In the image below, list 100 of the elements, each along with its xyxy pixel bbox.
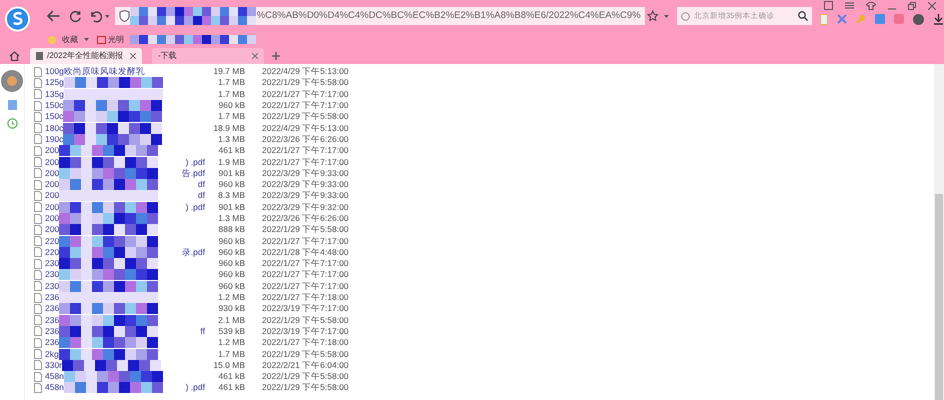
file-name[interactable]: 230: [45, 269, 60, 280]
undo-icon[interactable]: [89, 10, 102, 22]
url-text: %C8%AB%D0%D4%C4%DC%BC%EC%B2%E2%B1%A8%B8%E6/2022%C4%EA%C9%: [256, 8, 642, 23]
file-name[interactable]: 200: [45, 213, 60, 224]
new-tab-icon[interactable]: [272, 52, 280, 60]
dropdown-icon[interactable]: [664, 14, 669, 18]
file-name[interactable]: 200: [45, 202, 60, 213]
file-size: 960 kB: [218, 100, 245, 112]
modified-date: 2022/1/27 下午7:17:00: [262, 269, 349, 280]
file-name[interactable]: 230: [45, 280, 60, 292]
shirt-icon[interactable]: [866, 2, 876, 10]
tab-title: /2022年全性能检测报: [47, 50, 124, 62]
file-size: 1.2 MB: [217, 292, 245, 304]
file-size: 1.9 MB: [217, 156, 245, 168]
file-name[interactable]: 458n: [45, 382, 64, 394]
bookmark-link[interactable]: 收藏: [62, 34, 78, 46]
file-size: 19.7 MB: [212, 66, 245, 78]
modified-date: 2022/3/19 下午7:17:00: [262, 303, 349, 314]
scrollbar[interactable]: [934, 64, 944, 400]
modified-date: 2022/3/19 下午7:17:00: [262, 326, 349, 337]
scrollbar-thumb[interactable]: [935, 194, 943, 400]
file-name[interactable]: 200: [45, 179, 60, 190]
browser-tab[interactable]: -下载: [152, 48, 264, 64]
panel-icon[interactable]: [824, 1, 833, 10]
file-size: 930 kB: [218, 303, 245, 314]
file-name[interactable]: 200: [45, 168, 60, 179]
modified-date: 2022/4/29 下午5:13:00: [262, 122, 349, 134]
file-size: 960 kB: [218, 269, 245, 280]
file-name[interactable]: 200: [45, 190, 60, 202]
file-name[interactable]: 180c: [45, 122, 64, 134]
file-size: 960 kB: [218, 236, 245, 247]
modified-date: 2022/3/29 下午9:32:00: [262, 202, 349, 213]
file-size: 1.7 MB: [217, 88, 245, 100]
file-extension: ff: [200, 326, 205, 337]
refresh-icon[interactable]: [68, 10, 82, 22]
file-size: 18.9 MB: [212, 122, 245, 134]
modified-date: 2022/1/29 下午5:58:00: [262, 371, 349, 382]
clock-icon[interactable]: [6, 118, 18, 129]
modified-date: 2022/1/27 下午7:17:00: [262, 88, 349, 100]
file-name[interactable]: 135g: [45, 88, 64, 100]
shield-icon: [119, 10, 130, 22]
modified-date: 2022/1/27 下午7:18:00: [262, 337, 349, 348]
modified-date: 2022/2/21 下午6:04:00: [262, 360, 349, 371]
modified-date: 2022/1/27 下午7:17:00: [262, 156, 349, 168]
file-name[interactable]: 330r: [45, 360, 62, 371]
file-name[interactable]: 100g欧尚原味风味发酵乳: [45, 66, 145, 78]
modified-date: 2022/1/29 下午5:58:00: [262, 77, 349, 88]
file-size: 901 kB: [218, 168, 245, 179]
modified-date: 2022/1/27 下午7:17:00: [262, 236, 349, 247]
file-name[interactable]: 236: [45, 303, 60, 314]
modified-date: 2022/4/29 下午5:13:00: [262, 66, 349, 78]
home-icon[interactable]: [9, 51, 20, 61]
bookmark-link[interactable]: 光明: [108, 34, 124, 46]
file-name[interactable]: 2kg: [45, 348, 59, 360]
search-icon[interactable]: [798, 11, 808, 21]
file-size: 1.3 MB: [217, 134, 245, 145]
file-name[interactable]: 200: [45, 145, 60, 156]
square-icon[interactable]: [8, 100, 16, 110]
back-icon[interactable]: [47, 10, 61, 22]
address-field[interactable]: %C8%AB%D0%D4%C4%DC%BC%EC%B2%E2%B1%A8%B8%E6/2022%C4%EA%C9%: [115, 7, 645, 25]
file-name[interactable]: 150c: [45, 100, 64, 112]
file-size: 1.7 MB: [217, 111, 245, 122]
modified-date: 2022/1/29 下午5:58:00: [262, 382, 349, 394]
file-extension: ) .pdf: [186, 202, 205, 213]
file-name[interactable]: 200: [45, 224, 60, 236]
close-icon[interactable]: [130, 53, 136, 59]
close-icon[interactable]: [252, 53, 258, 59]
avatar-icon[interactable]: [1, 70, 23, 92]
file-size: 461 kB: [218, 145, 245, 156]
menu-icon[interactable]: [845, 2, 854, 9]
file-name[interactable]: 150c: [45, 111, 64, 122]
file-name[interactable]: 220: [45, 236, 60, 247]
modified-date: 2022/1/27 下午7:18:00: [262, 292, 349, 304]
dropdown-icon[interactable]: [104, 14, 110, 18]
modified-date: 2022/3/29 下午9:33:00: [262, 190, 349, 202]
file-name[interactable]: 200: [45, 156, 60, 168]
file-name[interactable]: 220: [45, 246, 60, 258]
modified-date: 2022/3/29 下午9:33:00: [262, 179, 349, 190]
file-extension: df: [198, 190, 205, 202]
modified-date: 2022/3/26 下午6:26:00: [262, 213, 349, 224]
file-name[interactable]: 190c: [45, 134, 64, 145]
file-name[interactable]: 458n: [45, 371, 64, 382]
file-name[interactable]: 236: [45, 292, 60, 304]
file-name[interactable]: 236: [45, 326, 60, 337]
close-icon[interactable]: [928, 2, 936, 10]
modified-date: 2022/1/27 下午7:17:00: [262, 280, 349, 292]
browser-tab[interactable]: /2022年全性能检测报: [30, 48, 142, 64]
file-extension: ) .pdf: [186, 156, 205, 168]
file-name[interactable]: 236: [45, 314, 60, 326]
download-icon[interactable]: [933, 14, 944, 24]
file-size: 539 kB: [218, 326, 245, 337]
dropdown-icon[interactable]: [84, 38, 89, 41]
file-name[interactable]: 230: [45, 258, 60, 270]
file-size: 960 kB: [218, 280, 245, 292]
file-size: 461 kB: [218, 371, 245, 382]
file-name[interactable]: 236: [45, 337, 60, 348]
file-extension: 告.pdf: [182, 168, 205, 179]
file-size: 1.2 MB: [217, 337, 245, 348]
file-name[interactable]: 125g: [45, 77, 64, 88]
restore-icon[interactable]: [908, 2, 916, 10]
